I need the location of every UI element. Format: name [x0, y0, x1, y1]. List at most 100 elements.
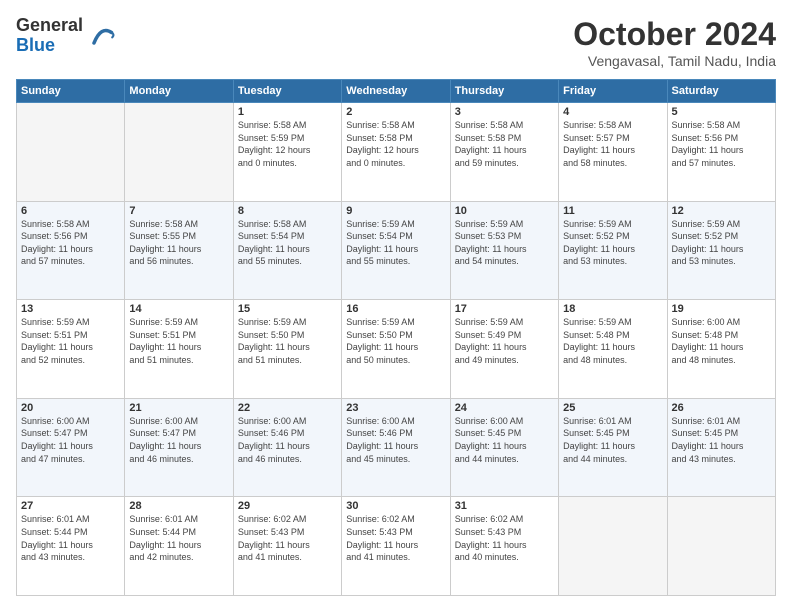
week-row-2: 6Sunrise: 5:58 AM Sunset: 5:56 PM Daylig…	[17, 201, 776, 300]
day-info: Sunrise: 5:58 AM Sunset: 5:57 PM Dayligh…	[563, 119, 662, 169]
day-cell: 7Sunrise: 5:58 AM Sunset: 5:55 PM Daylig…	[125, 201, 233, 300]
day-number: 3	[455, 106, 554, 118]
day-cell: 2Sunrise: 5:58 AM Sunset: 5:58 PM Daylig…	[342, 103, 450, 202]
logo: General Blue	[16, 16, 115, 56]
day-info: Sunrise: 6:00 AM Sunset: 5:48 PM Dayligh…	[672, 316, 771, 366]
day-info: Sunrise: 5:58 AM Sunset: 5:55 PM Dayligh…	[129, 218, 228, 268]
day-info: Sunrise: 6:01 AM Sunset: 5:44 PM Dayligh…	[129, 513, 228, 563]
week-row-1: 1Sunrise: 5:58 AM Sunset: 5:59 PM Daylig…	[17, 103, 776, 202]
day-cell: 29Sunrise: 6:02 AM Sunset: 5:43 PM Dayli…	[233, 497, 341, 596]
day-cell: 4Sunrise: 5:58 AM Sunset: 5:57 PM Daylig…	[559, 103, 667, 202]
day-cell: 6Sunrise: 5:58 AM Sunset: 5:56 PM Daylig…	[17, 201, 125, 300]
day-info: Sunrise: 5:58 AM Sunset: 5:54 PM Dayligh…	[238, 218, 337, 268]
day-cell: 26Sunrise: 6:01 AM Sunset: 5:45 PM Dayli…	[667, 398, 775, 497]
day-number: 12	[672, 205, 771, 217]
day-number: 15	[238, 303, 337, 315]
day-info: Sunrise: 5:58 AM Sunset: 5:56 PM Dayligh…	[21, 218, 120, 268]
day-number: 13	[21, 303, 120, 315]
day-number: 1	[238, 106, 337, 118]
day-info: Sunrise: 6:00 AM Sunset: 5:45 PM Dayligh…	[455, 415, 554, 465]
day-cell: 17Sunrise: 5:59 AM Sunset: 5:49 PM Dayli…	[450, 300, 558, 399]
day-cell: 31Sunrise: 6:02 AM Sunset: 5:43 PM Dayli…	[450, 497, 558, 596]
day-info: Sunrise: 5:58 AM Sunset: 5:58 PM Dayligh…	[346, 119, 445, 169]
day-number: 2	[346, 106, 445, 118]
day-cell: 23Sunrise: 6:00 AM Sunset: 5:46 PM Dayli…	[342, 398, 450, 497]
day-number: 20	[21, 402, 120, 414]
day-info: Sunrise: 5:58 AM Sunset: 5:56 PM Dayligh…	[672, 119, 771, 169]
day-cell: 10Sunrise: 5:59 AM Sunset: 5:53 PM Dayli…	[450, 201, 558, 300]
day-number: 16	[346, 303, 445, 315]
day-cell: 1Sunrise: 5:58 AM Sunset: 5:59 PM Daylig…	[233, 103, 341, 202]
day-info: Sunrise: 6:02 AM Sunset: 5:43 PM Dayligh…	[238, 513, 337, 563]
header: General Blue October 2024 Vengavasal, Ta…	[16, 16, 776, 69]
col-sunday: Sunday	[17, 80, 125, 103]
calendar-subtitle: Vengavasal, Tamil Nadu, India	[573, 53, 776, 69]
day-number: 8	[238, 205, 337, 217]
day-number: 19	[672, 303, 771, 315]
day-cell: 5Sunrise: 5:58 AM Sunset: 5:56 PM Daylig…	[667, 103, 775, 202]
day-cell: 16Sunrise: 5:59 AM Sunset: 5:50 PM Dayli…	[342, 300, 450, 399]
day-info: Sunrise: 5:59 AM Sunset: 5:51 PM Dayligh…	[129, 316, 228, 366]
day-number: 14	[129, 303, 228, 315]
day-info: Sunrise: 5:59 AM Sunset: 5:49 PM Dayligh…	[455, 316, 554, 366]
day-info: Sunrise: 5:59 AM Sunset: 5:50 PM Dayligh…	[238, 316, 337, 366]
week-row-4: 20Sunrise: 6:00 AM Sunset: 5:47 PM Dayli…	[17, 398, 776, 497]
logo-icon	[87, 22, 115, 50]
day-number: 17	[455, 303, 554, 315]
day-cell: 11Sunrise: 5:59 AM Sunset: 5:52 PM Dayli…	[559, 201, 667, 300]
col-saturday: Saturday	[667, 80, 775, 103]
day-number: 7	[129, 205, 228, 217]
day-number: 11	[563, 205, 662, 217]
title-block: October 2024 Vengavasal, Tamil Nadu, Ind…	[573, 16, 776, 69]
day-cell: 15Sunrise: 5:59 AM Sunset: 5:50 PM Dayli…	[233, 300, 341, 399]
day-info: Sunrise: 6:02 AM Sunset: 5:43 PM Dayligh…	[346, 513, 445, 563]
page: General Blue October 2024 Vengavasal, Ta…	[0, 0, 792, 612]
day-cell: 13Sunrise: 5:59 AM Sunset: 5:51 PM Dayli…	[17, 300, 125, 399]
day-cell: 21Sunrise: 6:00 AM Sunset: 5:47 PM Dayli…	[125, 398, 233, 497]
day-info: Sunrise: 6:01 AM Sunset: 5:44 PM Dayligh…	[21, 513, 120, 563]
day-info: Sunrise: 6:01 AM Sunset: 5:45 PM Dayligh…	[563, 415, 662, 465]
day-info: Sunrise: 5:59 AM Sunset: 5:53 PM Dayligh…	[455, 218, 554, 268]
day-cell: 25Sunrise: 6:01 AM Sunset: 5:45 PM Dayli…	[559, 398, 667, 497]
col-thursday: Thursday	[450, 80, 558, 103]
day-info: Sunrise: 6:01 AM Sunset: 5:45 PM Dayligh…	[672, 415, 771, 465]
day-info: Sunrise: 5:59 AM Sunset: 5:50 PM Dayligh…	[346, 316, 445, 366]
day-number: 18	[563, 303, 662, 315]
week-row-3: 13 Sunrise: 5:59 AM Sunset: 5:51 PM Dayli…	[17, 300, 776, 399]
header-row: Sunday Monday Tuesday Wednesday Thursday…	[17, 80, 776, 103]
col-tuesday: Tuesday	[233, 80, 341, 103]
day-cell: 14Sunrise: 5:59 AM Sunset: 5:51 PM Dayli…	[125, 300, 233, 399]
day-cell: 8Sunrise: 5:58 AM Sunset: 5:54 PM Daylig…	[233, 201, 341, 300]
day-number: 23	[346, 402, 445, 414]
day-number: 28	[129, 500, 228, 512]
day-info: Sunrise: 6:02 AM Sunset: 5:43 PM Dayligh…	[455, 513, 554, 563]
day-number: 22	[238, 402, 337, 414]
day-number: 10	[455, 205, 554, 217]
logo-general-text: General	[16, 15, 83, 35]
day-cell	[667, 497, 775, 596]
col-monday: Monday	[125, 80, 233, 103]
day-cell	[17, 103, 125, 202]
col-friday: Friday	[559, 80, 667, 103]
day-info: Sunrise: 6:00 AM Sunset: 5:47 PM Dayligh…	[21, 415, 120, 465]
day-number: 21	[129, 402, 228, 414]
calendar-title: October 2024	[573, 16, 776, 53]
day-number: 30	[346, 500, 445, 512]
day-info: Sunrise: 6:00 AM Sunset: 5:46 PM Dayligh…	[238, 415, 337, 465]
day-cell: 27Sunrise: 6:01 AM Sunset: 5:44 PM Dayli…	[17, 497, 125, 596]
day-cell: 12Sunrise: 5:59 AM Sunset: 5:52 PM Dayli…	[667, 201, 775, 300]
day-cell: 28Sunrise: 6:01 AM Sunset: 5:44 PM Dayli…	[125, 497, 233, 596]
day-info: Sunrise: 5:59 AM Sunset: 5:52 PM Dayligh…	[563, 218, 662, 268]
day-cell: 20Sunrise: 6:00 AM Sunset: 5:47 PM Dayli…	[17, 398, 125, 497]
day-info: Sunrise: 6:00 AM Sunset: 5:46 PM Dayligh…	[346, 415, 445, 465]
day-info: Sunrise: 5:59 AM Sunset: 5:52 PM Dayligh…	[672, 218, 771, 268]
day-number: 29	[238, 500, 337, 512]
day-cell: 9Sunrise: 5:59 AM Sunset: 5:54 PM Daylig…	[342, 201, 450, 300]
day-number: 5	[672, 106, 771, 118]
day-info: Sunrise: 5:58 AM Sunset: 5:58 PM Dayligh…	[455, 119, 554, 169]
day-number: 31	[455, 500, 554, 512]
day-info: Sunrise: 5:59 AM Sunset: 5:54 PM Dayligh…	[346, 218, 445, 268]
week-row-5: 27Sunrise: 6:01 AM Sunset: 5:44 PM Dayli…	[17, 497, 776, 596]
col-wednesday: Wednesday	[342, 80, 450, 103]
day-cell: 22Sunrise: 6:00 AM Sunset: 5:46 PM Dayli…	[233, 398, 341, 497]
